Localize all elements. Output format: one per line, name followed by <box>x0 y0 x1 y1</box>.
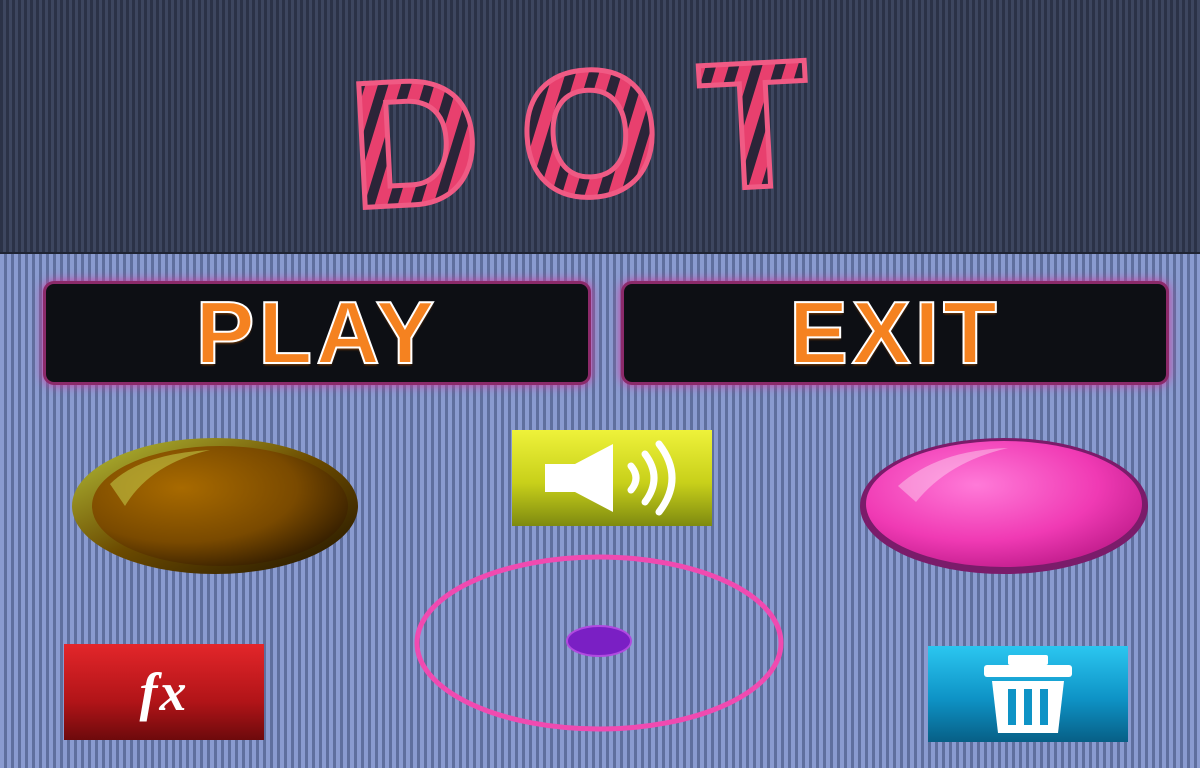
game-logo: DOT <box>342 30 857 230</box>
play-button[interactable]: PLAY <box>46 284 588 382</box>
target-ring[interactable] <box>412 552 786 734</box>
game-title: DOT <box>345 30 855 230</box>
play-label: PLAY <box>195 283 439 382</box>
title-banner: DOT <box>0 0 1200 254</box>
dot-marker <box>566 625 632 657</box>
sound-toggle-button[interactable] <box>512 430 712 526</box>
exit-button[interactable]: EXIT <box>624 284 1166 382</box>
delete-button[interactable] <box>928 646 1128 742</box>
brown-color-button[interactable] <box>70 436 360 576</box>
exit-label: EXIT <box>788 283 1001 382</box>
speaker-volume-icon <box>545 440 676 516</box>
effects-button[interactable]: fx <box>64 644 264 740</box>
pink-color-button[interactable] <box>858 436 1150 576</box>
trash-icon <box>984 655 1072 733</box>
fx-icon: fx <box>139 662 189 722</box>
